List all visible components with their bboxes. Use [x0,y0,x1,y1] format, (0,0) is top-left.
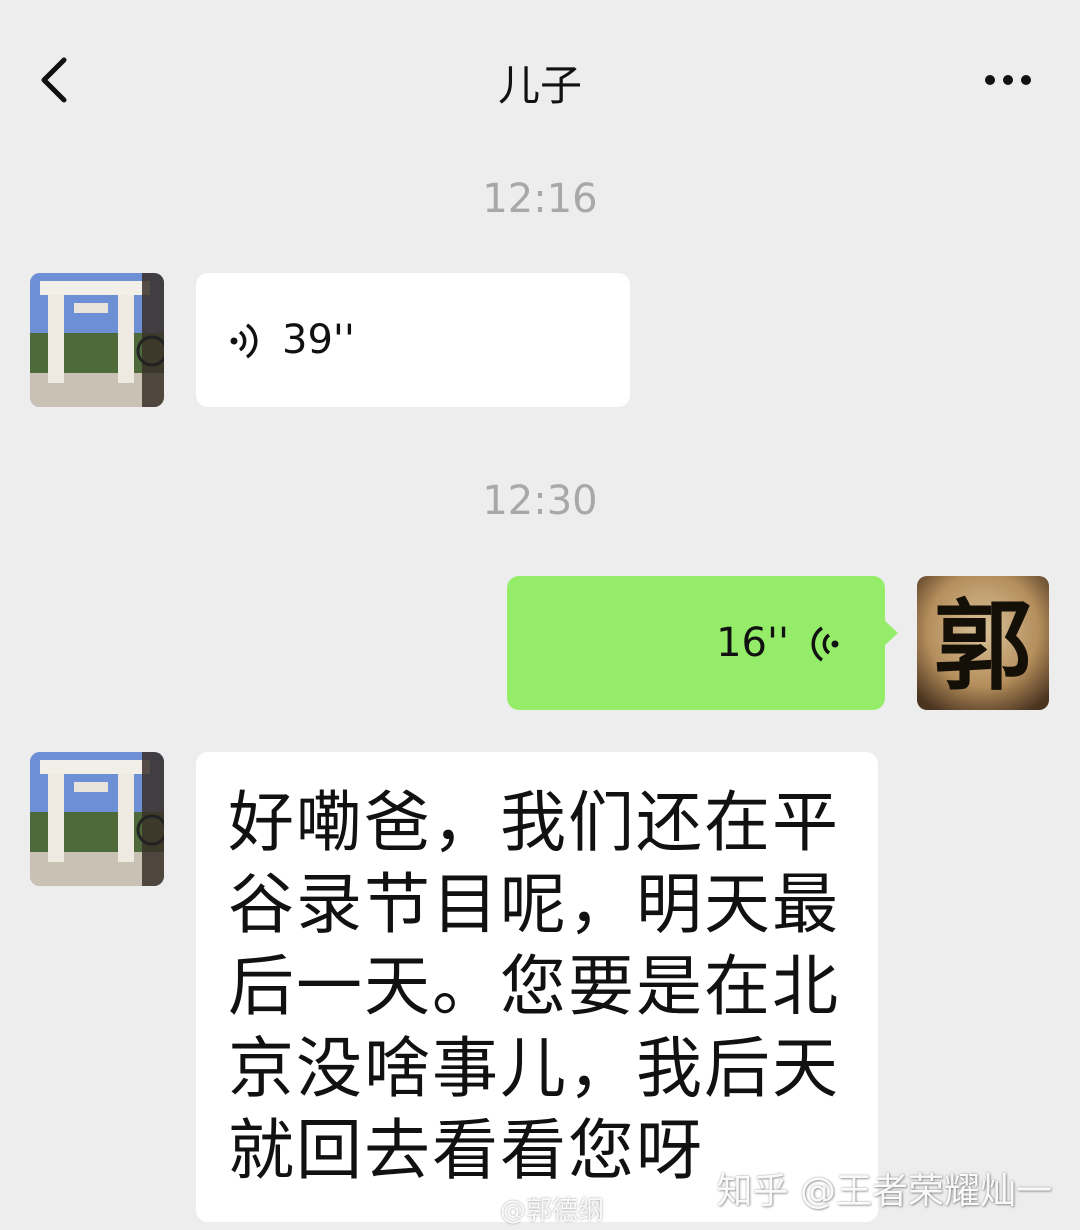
voice-wave-icon [811,626,839,662]
bubble-tail [884,620,898,646]
message-timestamp: 12:16 [482,176,598,222]
message-timestamp: 12:30 [482,478,598,524]
contact-avatar[interactable] [30,273,164,407]
more-dots-icon [985,75,1031,85]
chat-header: 儿子 [0,0,1080,150]
avatar-char: 郭 [934,589,1032,704]
self-avatar[interactable]: 郭 [917,576,1049,710]
contact-avatar[interactable] [30,752,164,886]
more-button[interactable] [980,60,1040,100]
voice-message-bubble[interactable]: 16'' [507,576,885,710]
voice-message-bubble[interactable]: 39'' [196,273,630,407]
weibo-watermark: @郭德纲 [500,1196,605,1226]
archway-photo-avatar [30,273,164,407]
voice-duration: 39'' [282,317,355,363]
voice-wave-icon [230,323,258,359]
message-text: 好嘞爸，我们还在平谷录节目呢，明天最后一天。您要是在北京没啥事儿，我后天就回去看… [228,784,840,1189]
archway-photo-avatar [30,752,164,886]
zhihu-watermark: 知乎 @王者荣耀灿一 [716,1171,1052,1212]
voice-duration: 16'' [716,620,789,666]
chat-screen: 儿子 12:16 39'' 12:30 16'' 郭 好嘞爸，我们还在平谷录节目… [0,0,1080,1230]
calligraphy-avatar-image: 郭 [917,576,1049,710]
chat-title: 儿子 [497,61,582,110]
